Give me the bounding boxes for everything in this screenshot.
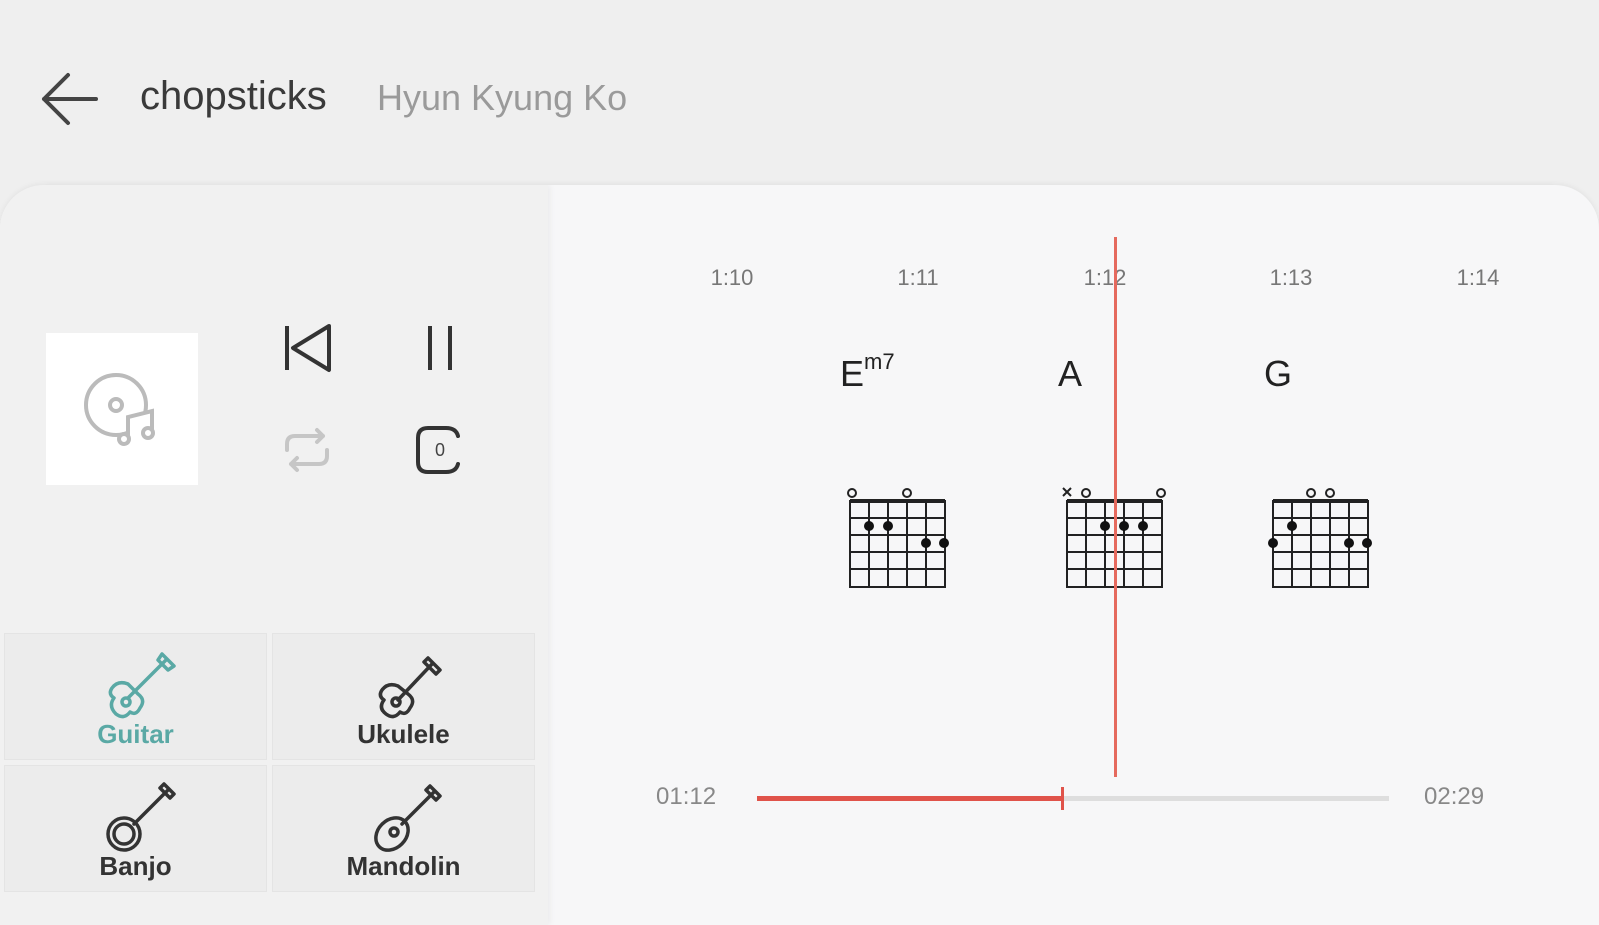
back-arrow-icon[interactable] xyxy=(36,66,104,132)
mandolin-icon xyxy=(374,784,442,852)
progress-fill xyxy=(757,796,1062,801)
timeline-tick: 1:12 xyxy=(1083,265,1127,290)
chord-root: A xyxy=(1058,353,1083,394)
instrument-selector: Guitar Ukulele Banjo Mandolin xyxy=(4,633,548,925)
timeline-tick: 1:10 xyxy=(710,265,754,290)
instrument-label: Ukulele xyxy=(357,719,450,749)
progress-thumb[interactable] xyxy=(1061,787,1064,810)
skip-previous-icon xyxy=(285,324,331,372)
capo-value: 0 xyxy=(434,439,445,460)
chord-diagram-em7 xyxy=(847,488,949,588)
instrument-guitar[interactable]: Guitar xyxy=(4,633,267,760)
chord-name-em7[interactable]: Em7 xyxy=(840,349,895,395)
header: chopsticks Hyun Kyung Ko xyxy=(0,0,1599,185)
player-card: 0 Guitar Ukulele Banjo Mandolin 1:10 1:1… xyxy=(0,185,1599,925)
instrument-mandolin[interactable]: Mandolin xyxy=(272,765,535,892)
album-art xyxy=(46,333,198,485)
artist-name: Hyun Kyung Ko xyxy=(377,77,628,118)
disc-music-icon xyxy=(84,373,155,446)
chord-name-g[interactable]: G xyxy=(1264,353,1292,395)
capo-button[interactable]: 0 xyxy=(405,415,475,485)
ukulele-icon xyxy=(378,656,442,719)
chord-suffix: m7 xyxy=(864,349,895,374)
instrument-label: Mandolin xyxy=(346,851,461,881)
chord-root: G xyxy=(1264,353,1293,394)
instrument-label: Banjo xyxy=(99,851,172,881)
playhead-line xyxy=(1114,237,1117,777)
pause-button[interactable] xyxy=(405,313,475,383)
chord-diagram-g xyxy=(1268,488,1372,588)
instrument-banjo[interactable]: Banjo xyxy=(4,765,267,892)
instrument-ukulele[interactable]: Ukulele xyxy=(272,633,535,760)
timeline-tick: 1:14 xyxy=(1456,265,1500,290)
chord-diagram-a xyxy=(1062,487,1166,588)
chord-name-a[interactable]: A xyxy=(1058,353,1082,395)
progress-track[interactable] xyxy=(757,787,1389,810)
control-panel: 0 Guitar Ukulele Banjo Mandolin xyxy=(0,185,548,925)
timeline-tick: 1:13 xyxy=(1269,265,1313,290)
guitar-icon xyxy=(108,652,176,719)
pause-icon xyxy=(428,326,452,370)
banjo-icon xyxy=(106,782,176,852)
repeat-icon xyxy=(285,428,329,472)
timeline-tick: 1:11 xyxy=(897,265,939,290)
skip-previous-button[interactable] xyxy=(272,313,342,383)
song-title: chopsticks xyxy=(140,74,327,118)
chord-root: E xyxy=(840,353,865,394)
instrument-label: Guitar xyxy=(97,719,174,749)
repeat-button[interactable] xyxy=(272,415,342,485)
current-time: 01:12 xyxy=(656,783,717,810)
total-time: 02:29 xyxy=(1424,783,1485,810)
